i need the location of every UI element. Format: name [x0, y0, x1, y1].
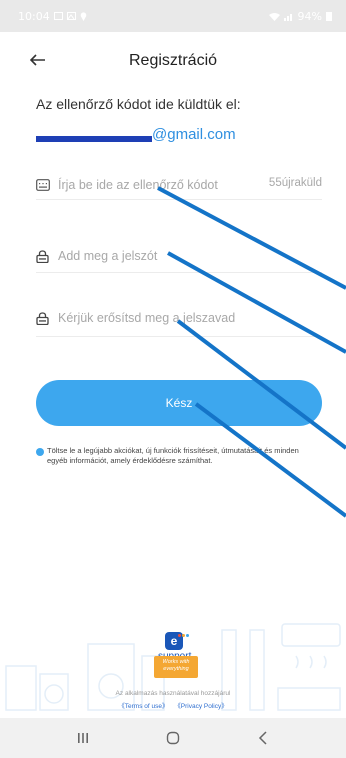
status-bar: 10:04 94%: [0, 0, 346, 32]
recent-apps-icon: [78, 733, 88, 743]
legal-links: 《Terms of use》 《Privacy Policy》: [0, 700, 346, 710]
code-placeholder: Írja be ide az ellenőrző kódot: [58, 178, 218, 192]
lock-icon: [36, 311, 50, 325]
nav-back-button[interactable]: [243, 726, 283, 750]
submit-button[interactable]: Kész: [36, 380, 322, 426]
submit-label: Kész: [165, 396, 193, 410]
wifi-icon: [268, 12, 280, 21]
home-button[interactable]: [153, 726, 193, 750]
terms-link[interactable]: 《Terms of use》: [118, 703, 168, 710]
legal-text: Az alkalmazás használatával hozzájárul: [115, 690, 231, 697]
password-divider: [36, 272, 322, 273]
code-field[interactable]: Írja be ide az ellenőrző kódot 55újrakül…: [36, 173, 322, 197]
keyboard-icon: [36, 178, 50, 192]
email-redaction: [36, 136, 152, 142]
status-time: 10:04: [18, 9, 50, 23]
code-divider: [36, 199, 322, 200]
email-domain: @gmail.com: [152, 126, 236, 143]
password-field[interactable]: Add meg a jelszót: [36, 244, 322, 268]
resend-button[interactable]: 55újraküld: [269, 177, 322, 189]
logo-dots: [178, 634, 189, 637]
info-text: Az ellenőrző kódot ide küldtük el:: [36, 96, 241, 112]
signal-icon: [283, 13, 292, 21]
confirm-password-placeholder: Kérjük erősítsd meg a jelszavad: [58, 311, 236, 325]
back-icon: [258, 731, 267, 745]
recent-apps-button[interactable]: [63, 726, 103, 750]
tagline-badge: Works with everything: [154, 656, 198, 678]
android-nav-bar: [0, 718, 346, 758]
location-icon: [80, 11, 87, 21]
consent-text: Töltse le a legújabb akciókat, új funkci…: [47, 446, 299, 465]
annotation-line-1: [157, 186, 346, 290]
checkbox-icon: [36, 448, 44, 456]
password-placeholder: Add meg a jelszót: [58, 249, 158, 263]
privacy-link[interactable]: 《Privacy Policy》: [174, 703, 227, 710]
battery-icon: [326, 12, 332, 21]
confirm-divider: [36, 336, 322, 337]
battery-percent: 94%: [297, 9, 322, 23]
consent-checkbox[interactable]: Töltse le a legújabb akciókat, új funkci…: [36, 446, 316, 466]
message-icon: [53, 12, 63, 20]
email-address: @gmail.com: [36, 126, 276, 148]
confirm-password-field[interactable]: Kérjük erősítsd meg a jelszavad: [36, 306, 322, 330]
gallery-icon: [66, 12, 76, 20]
page-title: Regisztráció: [128, 52, 218, 69]
home-icon: [166, 731, 180, 745]
lock-icon: [36, 249, 50, 263]
